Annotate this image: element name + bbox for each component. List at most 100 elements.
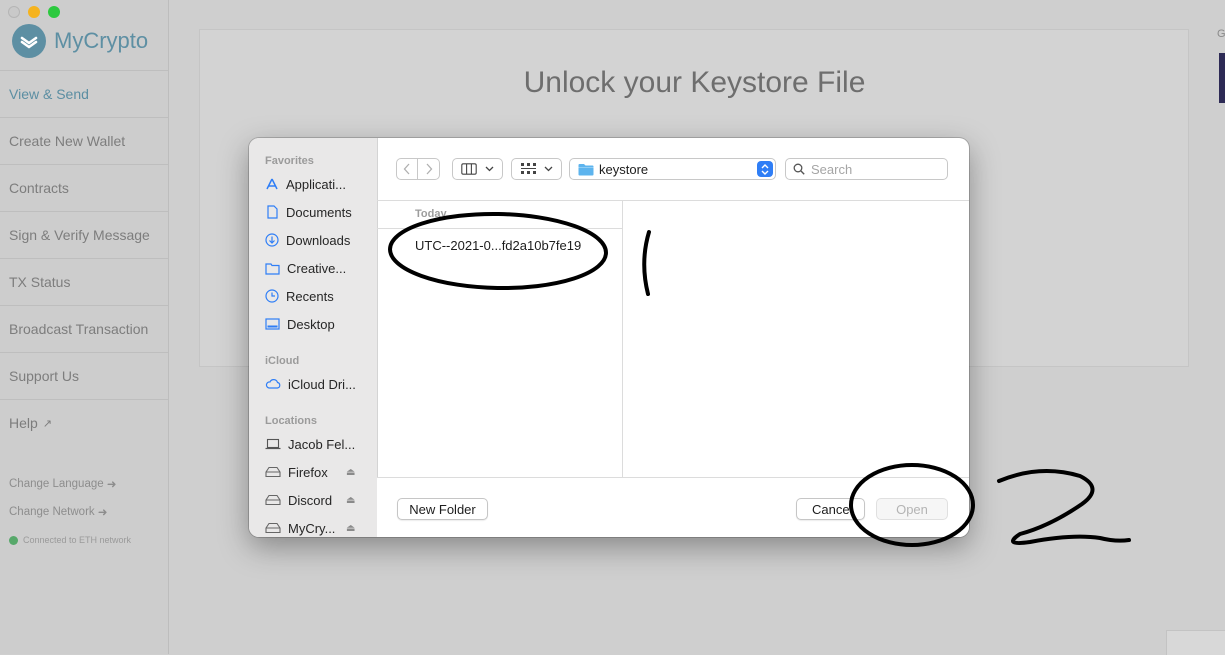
file-item-keystore[interactable]: UTC--2021-0...fd2a10b7fe19	[415, 238, 581, 253]
search-icon	[793, 163, 805, 175]
zoom-window-button[interactable]	[48, 6, 60, 18]
status-dot-icon	[9, 535, 18, 545]
sidebar-item-applications[interactable]: Applicati...	[265, 174, 346, 194]
new-folder-button[interactable]: New Folder	[397, 498, 488, 520]
documents-icon	[267, 205, 278, 219]
sidebar-footer: Change Language ➜ Change Network ➜ Conne…	[9, 470, 131, 554]
change-language-label: Change Language	[9, 478, 104, 490]
location-popup[interactable]: keystore	[569, 158, 776, 180]
dialog-footer: New Folder Cancel Open	[377, 477, 969, 537]
sidebar-item-recents[interactable]: Recents	[265, 286, 334, 306]
dialog-sidebar: Favorites Applicati... Documents Downloa…	[249, 138, 378, 537]
chevron-right-icon	[426, 163, 432, 175]
brand[interactable]: MyCrypto	[12, 24, 148, 58]
folder-icon	[578, 163, 594, 175]
nav-label: Sign & Verify Message	[9, 227, 150, 243]
disk-icon	[265, 466, 281, 478]
desktop-icon	[265, 318, 280, 330]
sidebar-item-firefox-volume[interactable]: Firefox	[265, 462, 328, 482]
search-field[interactable]: Search	[785, 158, 948, 180]
chevron-circle-icon: ➜	[97, 507, 108, 519]
file-column: Today UTC--2021-0...fd2a10b7fe19	[377, 201, 623, 477]
nav-contracts[interactable]: Contracts	[0, 164, 168, 211]
sidebar-item-label: Discord	[288, 492, 333, 508]
disk-icon	[265, 522, 281, 534]
brand-name: MyCrypto	[54, 28, 149, 53]
nav-label: TX Status	[9, 274, 71, 290]
nav-label: Broadcast Transaction	[9, 321, 149, 337]
connection-status-label: Connected to ETH network	[23, 535, 132, 545]
grid-group-icon	[520, 163, 536, 174]
sidebar-item-mycrypto-volume[interactable]: MyCry...	[265, 518, 335, 537]
sidebar-item-label: Creative...	[287, 260, 347, 276]
change-network-link[interactable]: Change Network ➜	[9, 498, 131, 526]
group-by-button[interactable]	[511, 158, 562, 180]
column-divider	[377, 228, 622, 229]
sidebar-item-label: Applicati...	[286, 176, 346, 192]
nav-label: Contracts	[9, 180, 69, 196]
page-title: Unlock your Keystore File	[523, 66, 866, 99]
sidebar-item-label: Jacob Fel...	[288, 436, 356, 452]
locations-heading: Locations	[265, 415, 317, 427]
disk-icon	[265, 494, 281, 506]
nav-label: Help	[9, 415, 38, 431]
preview-pane	[623, 201, 969, 477]
sidebar-item-label: Recents	[286, 288, 334, 304]
edge-text: G	[1217, 28, 1225, 40]
up-down-arrows-icon	[757, 161, 773, 177]
sidebar-item-documents[interactable]: Documents	[265, 202, 352, 222]
eject-icon[interactable]: ⏏	[346, 467, 355, 478]
chevron-down-icon	[485, 166, 494, 172]
nav-help[interactable]: Help ↗	[0, 399, 168, 446]
nav-broadcast[interactable]: Broadcast Transaction	[0, 305, 168, 352]
corner-panel	[1166, 630, 1225, 655]
nav-create-wallet[interactable]: Create New Wallet	[0, 117, 168, 164]
sidebar-item-label: Documents	[286, 204, 352, 220]
nav-support[interactable]: Support Us	[0, 352, 168, 399]
connection-status: Connected to ETH network	[9, 526, 131, 554]
sidebar-item-computer[interactable]: Jacob Fel...	[265, 434, 355, 454]
view-mode-button[interactable]	[452, 158, 503, 180]
nav-sign-verify[interactable]: Sign & Verify Message	[0, 211, 168, 258]
eject-icon[interactable]: ⏏	[346, 495, 355, 506]
sidebar-item-creative[interactable]: Creative...	[265, 258, 346, 278]
recents-icon	[265, 289, 279, 303]
chevron-down-icon	[544, 166, 552, 172]
window-controls	[8, 6, 60, 18]
change-network-label: Change Network	[9, 506, 95, 518]
file-open-dialog: Favorites Applicati... Documents Downloa…	[249, 138, 969, 537]
nav-tx-status[interactable]: TX Status	[0, 258, 168, 305]
dialog-toolbar: keystore Search	[377, 138, 969, 201]
columns-view-icon	[461, 163, 477, 175]
annotation-mark-two	[997, 469, 1131, 545]
cancel-button[interactable]: Cancel	[796, 498, 865, 520]
sidebar-item-desktop[interactable]: Desktop	[265, 314, 335, 334]
sidebar-item-downloads[interactable]: Downloads	[265, 230, 350, 250]
column-heading: Today	[415, 208, 447, 220]
favorites-heading: Favorites	[265, 155, 314, 167]
folder-icon	[265, 262, 280, 275]
icloud-heading: iCloud	[265, 355, 300, 367]
eject-icon[interactable]: ⏏	[346, 523, 355, 534]
main-nav: View & Send Create New Wallet Contracts …	[0, 70, 168, 446]
sidebar-item-icloud-drive[interactable]: iCloud Dri...	[265, 374, 356, 394]
sidebar-item-label: Firefox	[288, 464, 328, 480]
nav-label: Support Us	[9, 368, 80, 384]
chevron-left-icon	[403, 163, 410, 175]
minimize-window-button[interactable]	[28, 6, 40, 18]
sidebar-item-discord-volume[interactable]: Discord	[265, 490, 332, 510]
forward-button[interactable]	[418, 158, 440, 180]
downloads-icon	[265, 233, 279, 247]
sidebar-item-label: MyCry...	[288, 520, 336, 536]
open-button[interactable]: Open	[876, 498, 948, 520]
laptop-icon	[265, 438, 281, 450]
side-banner	[1219, 53, 1225, 103]
back-button[interactable]	[396, 158, 418, 180]
sidebar-item-label: Desktop	[287, 316, 335, 332]
sidebar-item-label: iCloud Dri...	[288, 376, 356, 392]
change-language-link[interactable]: Change Language ➜	[9, 470, 131, 498]
close-window-button[interactable]	[8, 6, 20, 18]
nav-label: Create New Wallet	[9, 133, 126, 149]
chevron-circle-icon: ➜	[106, 479, 117, 491]
external-link-icon: ↗	[42, 417, 53, 430]
